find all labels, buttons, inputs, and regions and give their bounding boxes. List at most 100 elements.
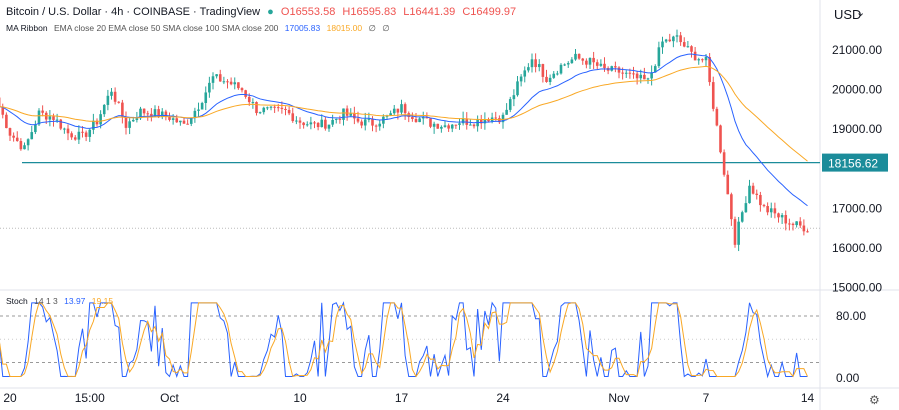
candle-body — [266, 107, 269, 109]
candle-body — [276, 107, 280, 109]
candle-body — [305, 124, 309, 126]
candle-body — [708, 57, 711, 83]
candle-body — [545, 76, 548, 82]
candle-body — [668, 39, 672, 42]
candle-body — [780, 215, 784, 218]
candle-body — [211, 76, 215, 83]
stoch-params: 14 1 3 — [34, 296, 58, 306]
candle-body — [146, 113, 150, 115]
candle-body — [436, 123, 440, 129]
candle-body — [523, 70, 527, 77]
candle-body — [443, 125, 447, 127]
candle-body — [324, 119, 327, 129]
candle-body — [628, 72, 632, 74]
candle-body — [664, 39, 668, 42]
candle-body — [363, 119, 367, 126]
candle-body — [295, 120, 298, 122]
chart-canvas[interactable]: 15000.00 16000.00 17000.00 19000.00 20000.00… — [0, 0, 899, 410]
candle-body — [273, 106, 276, 108]
candle-body — [505, 109, 508, 115]
candle-body — [585, 60, 588, 65]
market-status-dot: ● — [267, 6, 274, 18]
candle-body — [309, 122, 313, 125]
currency-dropdown-icon[interactable]: ⌄ — [856, 6, 865, 19]
symbol-title[interactable]: Bitcoin / U.S. Dollar · 4h · COINBASE · … — [6, 6, 260, 18]
candle-body — [519, 76, 523, 82]
price-tick-label: 19000.00 — [832, 122, 882, 136]
candle-body — [737, 221, 740, 245]
candle-body — [88, 129, 92, 137]
candle-body — [52, 116, 55, 120]
candle-body — [646, 78, 650, 80]
candle-body — [269, 106, 273, 108]
candle-body — [131, 119, 135, 122]
candle-body — [595, 62, 599, 66]
candle-body — [73, 137, 77, 140]
candle-body — [251, 102, 255, 104]
candle-body — [512, 95, 516, 100]
candle-body — [360, 121, 363, 126]
candle-body — [287, 109, 291, 114]
candle-body — [349, 113, 353, 116]
candle-body — [740, 212, 744, 222]
candle-body — [469, 124, 472, 126]
candle-body — [570, 59, 574, 64]
candle-body — [396, 108, 400, 113]
candle-body — [244, 90, 247, 97]
ma-label[interactable]: MA Ribbon — [6, 23, 48, 33]
stoch-label[interactable]: Stoch — [6, 296, 28, 306]
candle-body — [635, 73, 639, 79]
candle-body — [117, 101, 121, 103]
candle-body — [748, 185, 751, 204]
candle-body — [682, 42, 686, 47]
candle-body — [345, 108, 349, 116]
candle-body — [291, 113, 295, 122]
candle-body — [26, 139, 30, 146]
candle-body — [802, 225, 806, 232]
candle-body — [726, 174, 730, 195]
candle-body — [331, 119, 334, 125]
candle-body — [403, 104, 407, 114]
candle-body — [121, 102, 124, 117]
candle-body — [672, 36, 675, 42]
ma-legend: MA Ribbon EMA close 20 EMA close 50 SMA … — [6, 23, 394, 34]
candle-body — [537, 64, 541, 68]
settings-gear-icon[interactable]: ⚙ — [869, 393, 880, 407]
candle-body — [229, 81, 233, 85]
time-tick-label: Nov — [608, 391, 629, 405]
candle-body — [440, 126, 443, 129]
candle-body — [697, 59, 701, 61]
candle-body — [353, 113, 356, 119]
candle-body — [5, 114, 8, 129]
candle-body — [603, 63, 606, 69]
candle-body — [247, 96, 251, 103]
candle-body — [693, 51, 697, 61]
candle-body — [577, 53, 581, 59]
candle-body — [574, 53, 577, 60]
candle-body — [599, 63, 603, 66]
candle-body — [374, 125, 378, 127]
candle-body — [356, 118, 360, 122]
candle-body — [429, 118, 432, 127]
symbol-legend: Bitcoin / U.S. Dollar · 4h · COINBASE · … — [6, 6, 520, 18]
candle-body — [751, 185, 755, 194]
candle-body — [617, 67, 621, 73]
candle-body — [63, 128, 66, 130]
candle-body — [798, 221, 802, 226]
ma-ema20-value: 17005.83 — [284, 23, 321, 33]
candle-body — [240, 88, 244, 91]
candle-body — [711, 82, 715, 109]
candle-body — [657, 47, 661, 67]
candle-body — [788, 223, 791, 225]
candle-body — [316, 122, 320, 128]
candle-body — [639, 74, 643, 79]
candle-body — [197, 109, 200, 111]
candle-body — [508, 99, 512, 110]
candle-body — [563, 64, 566, 66]
candle-body — [124, 116, 128, 128]
time-tick-label: 15:00 — [75, 391, 105, 405]
time-tick-label: 10 — [293, 391, 307, 405]
candle-body — [8, 128, 12, 136]
ma-params: EMA close 20 EMA close 50 SMA close 100 … — [53, 23, 279, 33]
candle-body — [592, 57, 595, 63]
